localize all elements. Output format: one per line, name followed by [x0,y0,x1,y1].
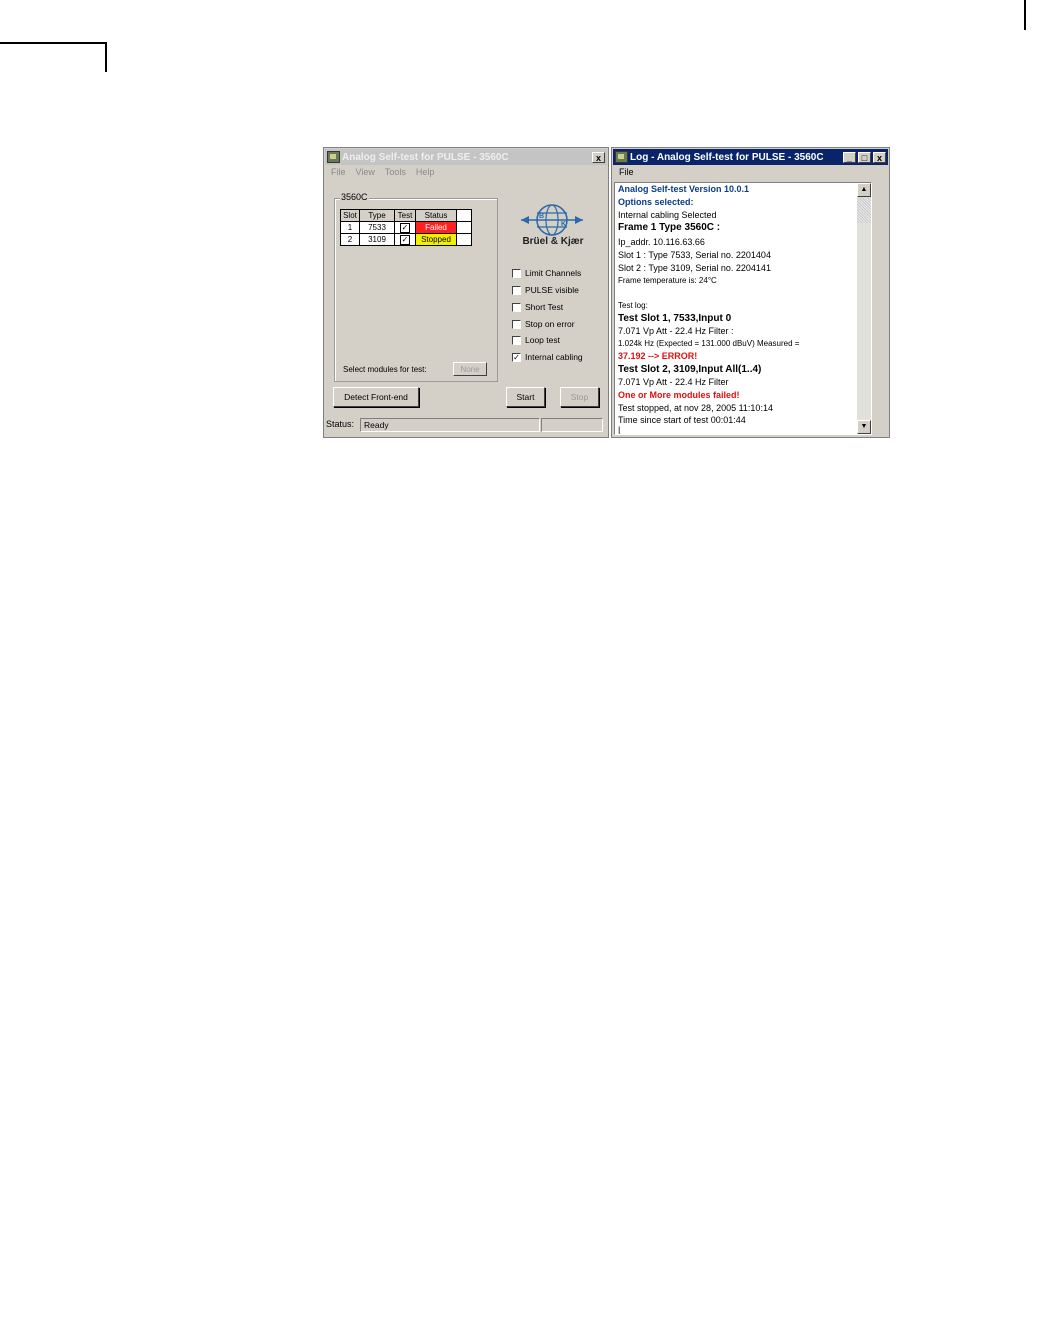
option-limit-channels[interactable]: Limit Channels [512,267,581,279]
option-label: Short Test [525,302,564,312]
log-line: Internal cabling Selected [618,210,717,220]
status-badge: Stopped [415,233,457,246]
logo-letter-k: K [561,221,566,228]
window-title: Analog Self-test for PULSE - 3560C [342,151,509,163]
menu-view[interactable]: View [351,166,380,180]
none-button[interactable]: None [453,362,487,376]
log-line: 1.024k Hz (Expected = 131.000 dBuV) Meas… [618,339,800,348]
log-line: Options selected: [618,197,694,207]
detect-frontend-button[interactable]: Detect Front-end [333,387,419,407]
header-spacer [456,209,472,222]
log-line: Test log: [618,301,648,310]
test-checkbox[interactable]: ✓ [400,222,410,233]
option-short-test[interactable]: Short Test [512,301,563,313]
stop-button[interactable]: Stop [560,387,599,407]
checkbox[interactable] [512,319,521,329]
log-line: Slot 2 : Type 3109, Serial no. 2204141 [618,263,771,273]
start-button[interactable]: Start [506,387,545,407]
option-stop-on-error[interactable]: Stop on error [512,318,575,330]
option-label: Internal cabling [525,352,583,362]
log-line: 7.071 Vp Att - 22.4 Hz Filter : [618,326,734,336]
status-text: Ready [360,418,540,432]
log-line: Test stopped, at nov 28, 2005 11:10:14 [618,403,773,413]
log-line: Ip_addr. 10.116.63.66 [618,237,705,247]
close-icon[interactable]: x [873,151,886,163]
cell-type: 7533 [359,221,395,234]
page-edge-rule [1024,0,1026,30]
log-line: 7.071 Vp Att - 22.4 Hz Filter [618,377,729,387]
table-row[interactable]: 1 7533 ✓ Failed [340,221,472,234]
checkbox[interactable]: ✓ [512,352,521,362]
option-internal-cabling[interactable]: ✓ Internal cabling [512,351,583,363]
status-bar: Status: Ready [325,416,607,434]
scroll-up-icon[interactable]: ▲ [857,183,871,197]
header-slot[interactable]: Slot [340,209,360,222]
cell-slot: 1 [340,221,360,234]
menu-bar: File View Tools Help [326,166,439,180]
option-loop-test[interactable]: Loop test [512,334,560,346]
status-badge: Failed [415,221,457,234]
option-label: Limit Channels [525,268,582,278]
cell-test: ✓ [394,221,416,234]
table-row[interactable]: 2 3109 ✓ Stopped [340,233,472,246]
option-label: Loop test [525,335,560,345]
cell-type: 3109 [359,233,395,246]
selftest-window: Analog Self-test for PULSE - 3560C x Fil… [323,147,609,438]
cell-slot: 2 [340,233,360,246]
test-checkbox[interactable]: ✓ [400,234,410,245]
minimize-icon[interactable]: _ [843,151,856,163]
option-label: PULSE visible [525,285,579,295]
header-test[interactable]: Test [394,209,416,222]
log-line: Test Slot 1, 7533,Input 0 [618,313,732,324]
log-error-line: One or More modules failed! [618,390,740,400]
log-line: Time since start of test 00:01:44 [618,415,746,425]
maximize-icon[interactable]: □ [858,151,871,163]
cell-spacer [456,221,472,234]
header-status[interactable]: Status [415,209,457,222]
log-window-title: Log - Analog Self-test for PULSE - 3560C [630,151,824,163]
log-line: Analog Self-test Version 10.0.1 [618,184,750,194]
log-error-line: 37.192 --> ERROR! [618,351,698,361]
page-corner-rule [0,42,107,44]
checkbox[interactable] [512,268,521,278]
log-line: Slot 1 : Type 7533, Serial no. 2201404 [618,250,771,260]
log-line: Frame temperature is: 24°C [618,276,717,285]
log-titlebar[interactable]: Log - Analog Self-test for PULSE - 3560C… [613,149,888,165]
app-icon [615,151,628,163]
menu-file[interactable]: File [614,166,639,180]
page-corner-rule-vertical [105,42,107,72]
cell-test: ✓ [394,233,416,246]
log-line: Frame 1 Type 3560C : [618,222,721,233]
scroll-thumb[interactable] [857,197,871,223]
select-modules-label: Select modules for test: [343,365,427,374]
close-icon[interactable]: x [592,151,605,163]
brand-name: Brüel & Kjær [522,236,584,247]
status-extra [541,418,603,432]
cell-spacer [456,233,472,246]
text-cursor: | [618,425,621,435]
logo-letter-b: B [539,213,544,220]
option-label: Stop on error [525,319,575,329]
log-scrollbar[interactable]: ▲ ▼ [857,183,871,434]
log-text-area[interactable]: Analog Self-test Version 10.0.1 Options … [614,182,872,435]
modules-table: Slot Type Test Status 1 7533 ✓ Failed 2 … [340,209,472,246]
checkbox[interactable] [512,302,521,312]
log-menu-bar: File [614,166,639,180]
group-label: 3560C [340,192,369,202]
selftest-titlebar[interactable]: Analog Self-test for PULSE - 3560C x [325,149,607,165]
status-label: Status: [326,419,355,429]
log-window: Log - Analog Self-test for PULSE - 3560C… [611,147,890,438]
checkbox[interactable] [512,335,521,345]
header-type[interactable]: Type [359,209,395,222]
menu-file[interactable]: File [326,166,351,180]
scroll-down-icon[interactable]: ▼ [857,420,871,434]
option-pulse-visible[interactable]: PULSE visible [512,284,579,296]
menu-help[interactable]: Help [411,166,440,180]
checkbox[interactable] [512,285,521,295]
frame-groupbox: 3560C Slot Type Test Status 1 7533 ✓ Fai… [334,192,498,382]
menu-tools[interactable]: Tools [380,166,411,180]
log-line: Test Slot 2, 3109,Input All(1..4) [618,364,762,375]
app-icon [327,151,340,163]
table-header-row: Slot Type Test Status [340,209,472,222]
